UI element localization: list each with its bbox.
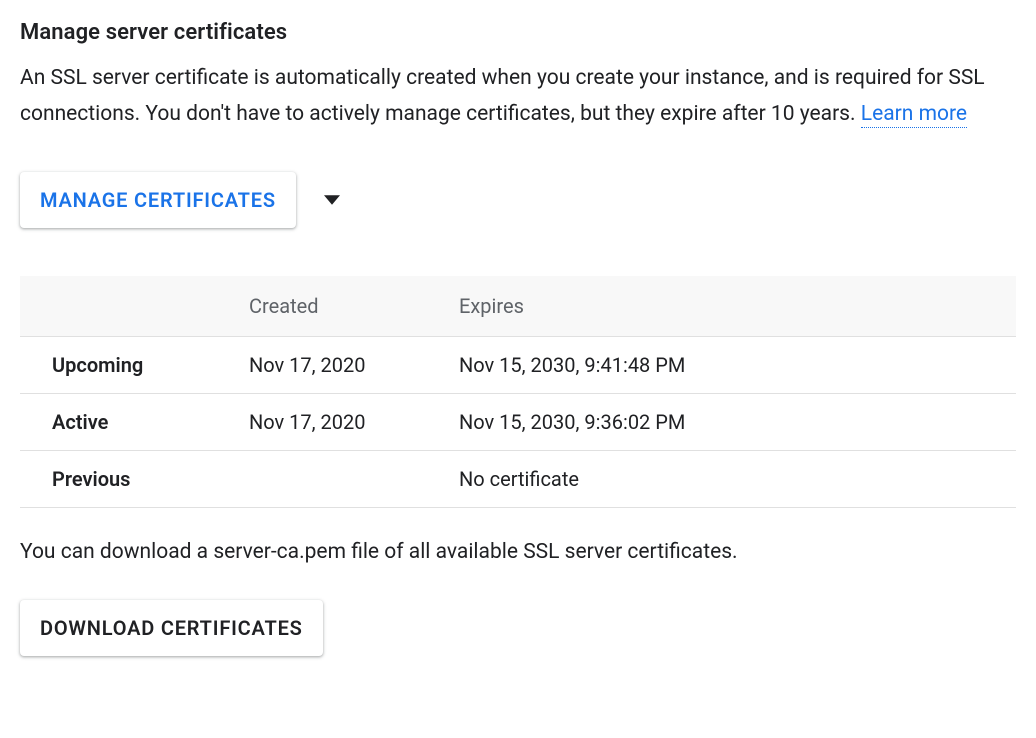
download-note: You can download a server-ca.pem file of… [20,540,1016,564]
col-status [20,276,235,337]
cell-status: Previous [20,451,235,508]
download-certificates-button[interactable]: DOWNLOAD CERTIFICATES [20,600,323,656]
col-created: Created [235,276,445,337]
chevron-down-icon [324,195,340,205]
table-row: Active Nov 17, 2020 Nov 15, 2030, 9:36:0… [20,394,1016,451]
section-heading: Manage server certificates [20,20,1016,45]
table-row: Upcoming Nov 17, 2020 Nov 15, 2030, 9:41… [20,337,1016,394]
section-description: An SSL server certificate is automatical… [20,61,1016,132]
cell-expires: No certificate [445,451,1016,508]
cell-created: Nov 17, 2020 [235,394,445,451]
cell-status: Upcoming [20,337,235,394]
cell-status: Active [20,394,235,451]
manage-button-row: MANAGE CERTIFICATES [20,172,1016,228]
description-text: An SSL server certificate is automatical… [20,66,985,126]
col-expires: Expires [445,276,1016,337]
cell-created [235,451,445,508]
learn-more-link[interactable]: Learn more [861,102,967,128]
manage-certificates-dropdown[interactable] [324,195,340,205]
cell-expires: Nov 15, 2030, 9:41:48 PM [445,337,1016,394]
certificates-table: Created Expires Upcoming Nov 17, 2020 No… [20,276,1016,508]
table-row: Previous No certificate [20,451,1016,508]
table-header-row: Created Expires [20,276,1016,337]
cell-created: Nov 17, 2020 [235,337,445,394]
cell-expires: Nov 15, 2030, 9:36:02 PM [445,394,1016,451]
manage-certificates-button[interactable]: MANAGE CERTIFICATES [20,172,296,228]
